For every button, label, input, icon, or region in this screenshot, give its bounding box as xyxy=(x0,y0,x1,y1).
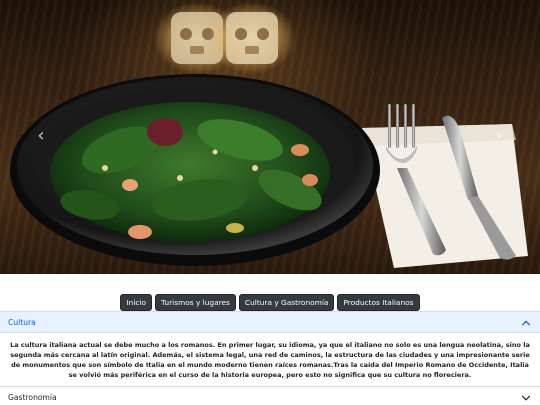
accordion-title: Cultura xyxy=(8,318,36,327)
nav-button-inicio[interactable]: Inicio xyxy=(120,294,153,311)
carousel-prev-button[interactable]: ‹ xyxy=(31,124,51,148)
accordion-title: Gastronomía xyxy=(8,393,57,402)
spinach-salad xyxy=(50,102,330,242)
accordion-body-cultura: La cultura italiana actual se debe mucho… xyxy=(0,333,540,386)
chevron-down-icon xyxy=(521,395,531,401)
carousel-image xyxy=(10,2,528,268)
accordion: Cultura La cultura italiana actual se de… xyxy=(0,311,540,405)
carousel-next-button[interactable]: › xyxy=(489,124,509,148)
main-nav: Inicio Turismos y lugares Cultura y Gast… xyxy=(0,294,540,311)
chevron-left-icon: ‹ xyxy=(37,125,45,146)
chevron-right-icon: › xyxy=(495,125,503,146)
accordion-header-cultura[interactable]: Cultura xyxy=(0,312,540,333)
cultura-paragraph: La cultura italiana actual se debe mucho… xyxy=(10,341,530,379)
chevron-up-icon xyxy=(521,320,531,326)
accordion-header-gastronomia[interactable]: Gastronomía xyxy=(0,386,540,405)
nav-button-cultura-gastronomia[interactable]: Cultura y Gastronomía xyxy=(238,294,335,311)
nav-button-productos[interactable]: Productos Italianos xyxy=(337,294,420,311)
candle-right xyxy=(208,2,296,74)
hero-carousel: ‹ › xyxy=(0,0,540,274)
nav-button-turismos[interactable]: Turismos y lugares xyxy=(155,294,236,311)
page: ‹ › Inicio Turismos y lugares Cultura y … xyxy=(0,0,540,405)
